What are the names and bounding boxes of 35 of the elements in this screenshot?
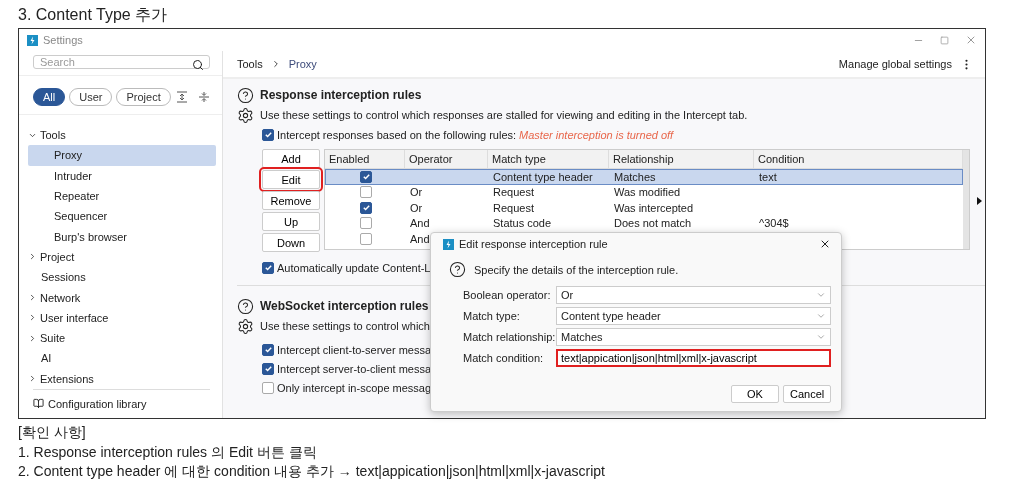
field-label: Match type: <box>463 309 521 322</box>
table-cell: Does not match <box>614 217 692 230</box>
table-cell: Was modified <box>614 186 681 199</box>
field-label: Match condition: <box>463 351 545 364</box>
dialog-description: Specify the details of the interception rule. <box>474 263 679 276</box>
section-description: Use these settings to control which <box>260 320 430 332</box>
checkbox-label: Only intercept in-scope messag <box>277 381 432 394</box>
warning-text: Master interception is turned off <box>519 128 674 141</box>
section-title: Response interception rules <box>260 88 422 102</box>
table-cell: Or <box>410 186 423 199</box>
table-cell: Content type header <box>493 170 593 183</box>
checkbox-label: Intercept client-to-server messa <box>277 343 432 356</box>
checkbox-label: Intercept responses based on the following rules: <box>277 128 517 141</box>
checkbox-label: Intercept server-to-client messa <box>277 362 432 375</box>
table-cell: Request <box>493 186 534 199</box>
page-heading: 3. Content Type 추가 <box>18 5 169 25</box>
note-line: 1. Response interception rules 의 Edit 버튼 클릭 <box>18 442 318 462</box>
section-description: Use these settings to control which responses are stalled for viewing and editing in the Intercept tab. <box>260 109 748 121</box>
section-title: WebSocket interception rules <box>260 299 429 313</box>
table-cell: Request <box>493 201 534 214</box>
field-label: Match relationship: <box>463 330 556 343</box>
table-cell: ^304$ <box>759 217 789 230</box>
table-cell: Or <box>410 201 423 214</box>
notes-title: [확인 사항] <box>18 423 87 442</box>
table-cell: Status code <box>493 217 552 230</box>
window-title: Settings <box>43 34 83 46</box>
table-cell: And <box>410 232 430 245</box>
table-cell: And <box>410 217 430 230</box>
note-line: 2. Content type header 에 대한 condition 내용 추가 → text|appication|json|html|xml|x-javascript <box>18 462 606 481</box>
field-label: Boolean operator: <box>463 288 552 301</box>
dialog-title: Edit response interception rule <box>459 238 608 250</box>
table-cell: text <box>759 170 777 183</box>
checkbox-label: Automatically update Content-L <box>277 261 431 274</box>
table-cell: Matches <box>614 170 656 183</box>
table-cell: Was intercepted <box>614 201 694 214</box>
